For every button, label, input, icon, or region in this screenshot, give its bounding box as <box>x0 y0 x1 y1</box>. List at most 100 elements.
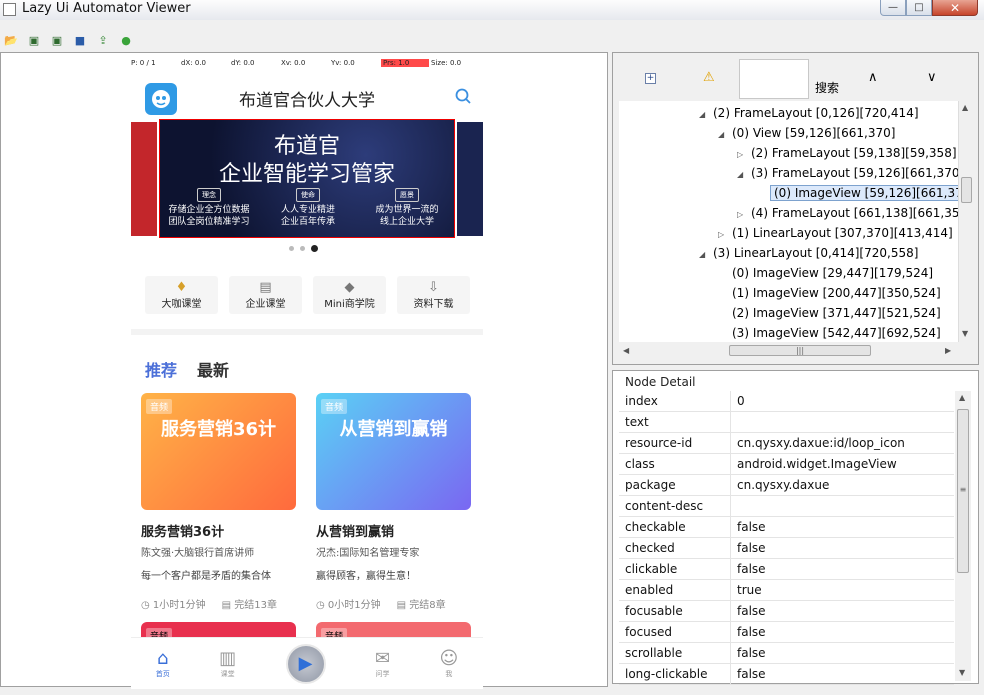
expand-all-icon[interactable]: + <box>645 73 656 84</box>
scroll-up-arrow[interactable]: ▲ <box>959 393 965 402</box>
tree-toggle-icon[interactable]: ◢ <box>737 165 751 185</box>
scroll-right-arrow[interactable]: ▶ <box>945 346 951 355</box>
tree-vertical-scrollbar[interactable]: ▲ ▼ <box>958 101 973 342</box>
scroll-down-arrow[interactable]: ▼ <box>962 329 968 338</box>
detail-row[interactable]: checkable false <box>619 517 954 538</box>
tab-latest[interactable]: 最新 <box>197 357 229 381</box>
size: Size: 0.0 <box>431 59 462 67</box>
carousel-dot[interactable] <box>300 246 305 251</box>
device-screenshot-compressed-icon[interactable]: ▣ <box>49 32 65 48</box>
open-icon[interactable]: 📂 <box>3 32 19 48</box>
tree-node[interactable]: (0) ImageView [29,447][179,524] <box>718 263 933 283</box>
nav-profile[interactable]: ☺ 我 <box>440 648 459 679</box>
course-card[interactable]: 音频 服务营销36计 服务营销36计 陈文强·大脑银行首席讲师 每一个客户都是矛… <box>141 393 296 611</box>
banner-tag: 理念 <box>197 188 221 202</box>
tree-node[interactable]: ▷ (1) LinearLayout [307,370][413,414] <box>718 223 953 243</box>
nav-label: 首页 <box>155 669 170 678</box>
clock-icon: ◷ <box>316 600 328 611</box>
detail-key: resource-id <box>619 433 731 453</box>
search-button[interactable]: 搜索 <box>815 79 839 96</box>
detail-row[interactable]: class android.widget.ImageView <box>619 454 954 475</box>
course-meta: ◷ 1小时1分钟 ▤ 完结13章 <box>141 596 296 611</box>
search-icon[interactable] <box>455 88 471 107</box>
course-meta: ◷ 0小时1分钟 ▤ 完结8章 <box>316 596 471 611</box>
detail-row[interactable]: scrollable false <box>619 643 954 664</box>
tree-node[interactable]: ◢ (2) FrameLayout [0,126][720,414] <box>699 103 919 123</box>
tree-node-selected[interactable]: (0) ImageView [59,126][661,370] <box>756 183 964 203</box>
detail-row[interactable]: checked false <box>619 538 954 559</box>
banner-carousel[interactable]: 布道官 企业智能学习管家 理念 存储企业全方位数据 团队全岗位精准学习 使命 人… <box>159 119 455 238</box>
detail-row[interactable]: enabled true <box>619 580 954 601</box>
detail-value: false <box>737 520 766 534</box>
close-button[interactable]: ✕ <box>932 0 978 16</box>
detail-value: true <box>737 583 762 597</box>
device-screenshot-icon[interactable]: ▣ <box>26 32 42 48</box>
refresh-icon[interactable]: ● <box>118 32 134 48</box>
course-title: 服务营销36计 <box>141 525 225 540</box>
minimize-button[interactable]: — <box>880 0 906 16</box>
carousel-dot-active[interactable] <box>311 245 318 252</box>
chevron-down-icon[interactable]: ∨ <box>927 70 937 85</box>
detail-row[interactable]: content-desc <box>619 496 954 517</box>
tree-node[interactable]: ▷ (4) FrameLayout [661,138][661,358] <box>737 203 964 223</box>
detail-row[interactable]: clickable false <box>619 559 954 580</box>
nav-classroom[interactable]: ▥ 课堂 <box>219 648 236 679</box>
tree-toggle-icon[interactable]: ▷ <box>718 225 732 245</box>
tree-toggle-icon[interactable]: ▷ <box>737 145 751 165</box>
tree-toggle-icon[interactable]: ◢ <box>699 105 713 125</box>
scrollbar-thumb[interactable]: ≡ <box>957 409 969 573</box>
tree-node[interactable]: ◢ (0) View [59,126][661,370] <box>718 123 895 143</box>
detail-row[interactable]: resource-id cn.qysxy.daxue:id/loop_icon <box>619 433 954 454</box>
hierarchy-toolbar: + ⚠ 搜索 ∧ ∨ <box>613 53 978 100</box>
category-downloads[interactable]: ⇩ 资料下载 <box>397 276 470 314</box>
course-card[interactable]: 音频 从营销到赢销 从营销到赢销 况杰:国际知名管理专家 赢得顾客，赢得生意！ … <box>316 393 471 611</box>
window-controls: — □ ✕ <box>880 0 978 16</box>
device-screenshot-panel[interactable]: P: 0 / 1 dX: 0.0 dY: 0.0 Xv: 0.0 Yv: 0.0… <box>0 52 608 689</box>
warning-icon[interactable]: ⚠ <box>703 70 715 85</box>
nav-label: 课堂 <box>220 669 235 678</box>
node-detail-panel: Node Detail index 0 text resource-id cn.qy… <box>612 370 979 685</box>
tree-toggle-icon[interactable]: ◢ <box>718 125 732 145</box>
search-input[interactable] <box>739 59 809 99</box>
tab-recommend[interactable]: 推荐 <box>145 357 177 381</box>
detail-row[interactable]: focused false <box>619 622 954 643</box>
tree-toggle-icon[interactable]: ◢ <box>699 245 713 265</box>
scroll-left-arrow[interactable]: ◀ <box>623 346 629 355</box>
detail-row[interactable]: focusable false <box>619 601 954 622</box>
export-icon[interactable]: ⇪ <box>95 32 111 48</box>
tree-node[interactable]: (2) ImageView [371,447][521,524] <box>718 303 941 323</box>
tree-node-label: (2) FrameLayout [0,126][720,414] <box>713 106 919 120</box>
nav-home[interactable]: ⌂ 首页 <box>155 648 170 679</box>
scroll-up-arrow[interactable]: ▲ <box>962 103 968 112</box>
tree-node[interactable]: (3) ImageView [542,447][692,524] <box>718 323 941 342</box>
audio-badge: 音频 <box>146 399 173 414</box>
banner-text: 成为世界一流的 <box>375 205 439 215</box>
category-qiyeketang[interactable]: ▤ 企业课堂 <box>229 276 302 314</box>
detail-value: false <box>737 625 766 639</box>
scrollbar-thumb[interactable]: ||| <box>729 345 871 356</box>
scrollbar-thumb[interactable] <box>961 177 972 203</box>
scroll-down-arrow[interactable]: ▼ <box>959 668 965 677</box>
hierarchy-tree[interactable]: ◢ (2) FrameLayout [0,126][720,414] ◢ (0) V… <box>619 101 964 342</box>
detail-row[interactable]: long-clickable false <box>619 664 954 685</box>
tree-node[interactable]: ◢ (3) FrameLayout [59,126][661,370] <box>737 163 964 183</box>
carousel-dot[interactable] <box>289 246 294 251</box>
detail-row[interactable]: package cn.qysxy.daxue <box>619 475 954 496</box>
maximize-button[interactable]: □ <box>906 0 932 16</box>
tree-toggle-icon[interactable]: ▷ <box>737 205 751 225</box>
chevron-up-icon[interactable]: ∧ <box>868 70 878 85</box>
tree-horizontal-scrollbar[interactable]: ◀ ||| ▶ <box>619 343 958 358</box>
tree-node[interactable]: ▷ (2) FrameLayout [59,138][59,358] <box>737 143 957 163</box>
detail-vertical-scrollbar[interactable]: ▲ ≡ ▼ <box>955 391 971 681</box>
category-mini-business-school[interactable]: ◆ Mini商学院 <box>313 276 386 314</box>
tree-node-label: (2) ImageView [371,447][521,524] <box>732 306 941 320</box>
tree-node[interactable]: (1) ImageView [200,447][350,524] <box>718 283 941 303</box>
nav-ask[interactable]: ✉ 问学 <box>375 648 390 679</box>
detail-row[interactable]: text <box>619 412 954 433</box>
detail-row[interactable]: index 0 <box>619 391 954 412</box>
tree-node[interactable]: ◢ (3) LinearLayout [0,414][720,558] <box>699 243 918 263</box>
tree-node-label: (2) FrameLayout [59,138][59,358] <box>751 146 957 160</box>
save-icon[interactable]: ■ <box>72 32 88 48</box>
category-dakaketang[interactable]: ♦ 大咖课堂 <box>145 276 218 314</box>
play-button[interactable]: ▶ <box>285 643 326 684</box>
